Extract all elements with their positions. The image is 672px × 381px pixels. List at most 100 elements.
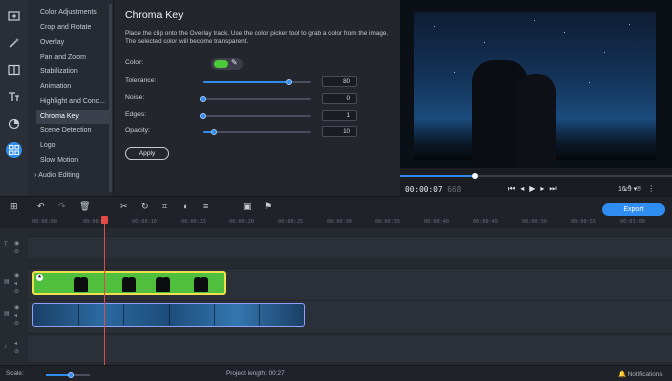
playhead[interactable]: [101, 216, 108, 365]
magic-wand-icon[interactable]: [6, 35, 22, 51]
ruler-tick: 00:00:20: [229, 219, 254, 225]
export-button[interactable]: Export: [602, 203, 665, 216]
menu-item-scene-detection[interactable]: Scene Detection: [40, 124, 91, 138]
link-icon[interactable]: ⊘: [14, 320, 19, 327]
green-screen-clip[interactable]: ★: [32, 271, 226, 295]
eyedropper-icon[interactable]: ✎: [231, 58, 238, 67]
opacity-row: Opacity: 10: [125, 126, 395, 138]
ruler-tick: 00:00:25: [278, 219, 303, 225]
camera-icon[interactable]: ⌾: [636, 184, 641, 194]
split-icon[interactable]: ✂: [120, 201, 128, 212]
color-picker[interactable]: ✎: [211, 58, 243, 70]
tools-menu: Color Adjustments Crop and Rotate Overla…: [28, 0, 114, 196]
opacity-slider[interactable]: [203, 129, 311, 135]
rotate-icon[interactable]: ↻: [141, 201, 149, 212]
opacity-label: Opacity:: [125, 127, 150, 134]
menu-item-logo[interactable]: Logo: [40, 139, 56, 153]
play-icon[interactable]: ▶: [529, 184, 535, 194]
menu-item-pan-zoom[interactable]: Pan and Zoom: [40, 51, 86, 65]
status-bar: Scale: Project length: 00:27 🔔 Notificat…: [0, 365, 672, 381]
media-icon[interactable]: ▣: [243, 201, 252, 212]
marker-icon[interactable]: ⚑: [264, 201, 272, 212]
frame-back-icon[interactable]: ◂: [520, 184, 524, 194]
menu-item-audio-editing[interactable]: › Audio Editing: [34, 169, 80, 183]
playback-knob[interactable]: [472, 173, 478, 179]
fullscreen-icon[interactable]: ⤢: [624, 184, 630, 194]
titles-icon[interactable]: [6, 89, 22, 105]
tolerance-slider-knob[interactable]: [286, 79, 293, 85]
background-video-clip[interactable]: [32, 303, 305, 327]
crop-icon[interactable]: ⌗: [162, 201, 167, 212]
visibility-icon[interactable]: ◉: [14, 272, 19, 279]
ruler-tick: 00:00:30: [327, 219, 352, 225]
notifications[interactable]: 🔔 Notifications: [618, 370, 663, 378]
menu-item-color-adjustments[interactable]: Color Adjustments: [40, 6, 97, 20]
scale-slider-knob[interactable]: [68, 372, 74, 378]
tolerance-value[interactable]: 80: [322, 76, 357, 87]
audio-icon[interactable]: ◂: [14, 312, 17, 319]
skip-end-icon[interactable]: ⏭: [549, 184, 556, 194]
noise-value[interactable]: 0: [322, 93, 357, 104]
title-track[interactable]: [28, 236, 672, 258]
skip-start-icon[interactable]: ⏮: [508, 184, 515, 194]
edges-slider-knob[interactable]: [200, 113, 206, 119]
apply-button[interactable]: Apply: [125, 147, 169, 160]
menu-item-chroma-key[interactable]: Chroma Key: [36, 110, 112, 124]
link-icon[interactable]: ⊘: [14, 248, 19, 255]
ruler-tick: 00:00:10: [132, 219, 157, 225]
music-icon: ♪: [4, 344, 7, 350]
visibility-icon[interactable]: ◉: [14, 240, 19, 247]
tolerance-row: Tolerance: 80: [125, 76, 395, 88]
scale-slider[interactable]: [46, 372, 90, 378]
color-icon[interactable]: ◐: [183, 201, 188, 211]
transitions-icon[interactable]: [6, 62, 22, 78]
color-swatch[interactable]: [214, 60, 228, 68]
menu-item-highlight[interactable]: Highlight and Conc...: [40, 95, 105, 109]
link-icon[interactable]: ⊘: [14, 288, 19, 295]
edges-row: Edges: 1: [125, 110, 395, 122]
playhead-handle[interactable]: [101, 216, 108, 224]
timecode: 00:00:07 668: [405, 185, 461, 194]
menu-scrollbar[interactable]: [109, 4, 112, 192]
import-icon[interactable]: [6, 8, 22, 24]
noise-slider[interactable]: [200, 96, 311, 102]
link-icon[interactable]: ⊘: [14, 348, 19, 355]
menu-item-audio-editing-label: Audio Editing: [38, 172, 80, 179]
edges-value[interactable]: 1: [322, 110, 357, 121]
edges-slider[interactable]: [200, 113, 311, 119]
menu-item-overlay[interactable]: Overlay: [40, 36, 64, 50]
bell-icon: 🔔: [618, 371, 626, 378]
stickers-icon[interactable]: [6, 116, 22, 132]
tolerance-slider[interactable]: [203, 79, 311, 85]
audio-track[interactable]: [28, 334, 672, 362]
undo-icon[interactable]: ↶: [37, 201, 45, 212]
title-track-icon: T: [4, 242, 8, 248]
properties-icon[interactable]: ≡: [203, 201, 208, 211]
playback-progress[interactable]: [400, 173, 672, 179]
preview-player: 00:00:07 668 ⏮ ◂ ▶ ▸ ⏭ 16:9 ▾ ⤢ ⌾ ⋮: [400, 0, 672, 196]
edges-label: Edges:: [125, 111, 147, 118]
menu-item-stabilization[interactable]: Stabilization: [40, 65, 78, 79]
menu-item-slow-motion[interactable]: Slow Motion: [40, 154, 78, 168]
panel-description: Place the clip onto the Overlay track. U…: [125, 30, 389, 45]
video-preview[interactable]: [400, 0, 672, 168]
audio-icon[interactable]: ◂: [14, 280, 17, 287]
ruler-tick: 00:00:40: [424, 219, 449, 225]
audio-icon[interactable]: ◂: [14, 340, 17, 347]
delete-icon[interactable]: 🗑: [79, 201, 90, 212]
redo-icon[interactable]: ↷: [58, 201, 66, 212]
noise-label: Noise:: [125, 94, 145, 101]
more-tools-icon[interactable]: [6, 142, 22, 158]
opacity-slider-knob[interactable]: [210, 129, 217, 135]
menu-item-animation[interactable]: Animation: [40, 80, 71, 94]
more-options-icon[interactable]: ⋮: [647, 184, 655, 194]
menu-item-crop-rotate[interactable]: Crop and Rotate: [40, 21, 91, 35]
add-track-icon[interactable]: ⊞: [10, 201, 18, 212]
visibility-icon[interactable]: ◉: [14, 304, 19, 311]
noise-slider-knob[interactable]: [200, 96, 206, 102]
project-length: Project length: 00:27: [226, 370, 285, 377]
opacity-value[interactable]: 10: [322, 126, 357, 137]
star-icon: ★: [36, 274, 43, 281]
ruler-tick: 00:00:00: [32, 219, 57, 225]
frame-forward-icon[interactable]: ▸: [540, 184, 544, 194]
